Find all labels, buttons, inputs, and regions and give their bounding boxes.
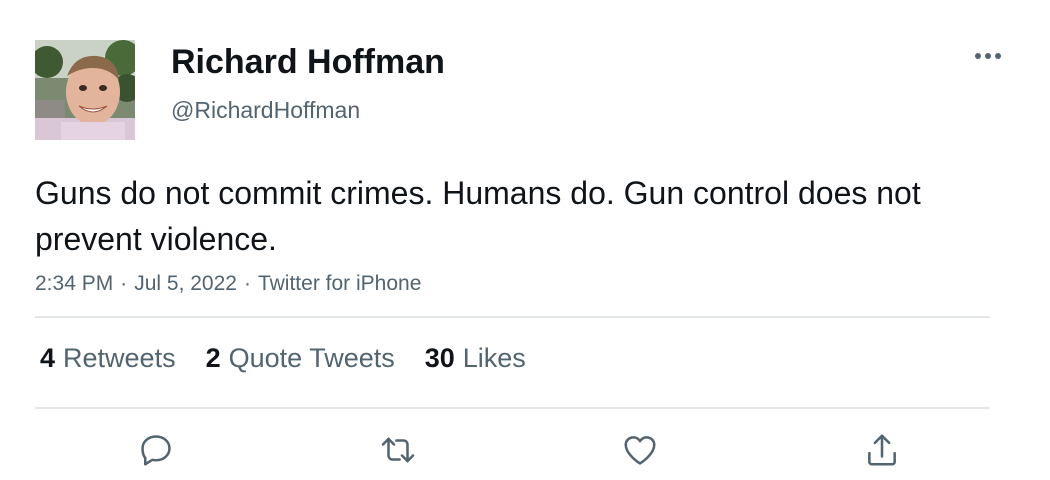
share-icon (868, 434, 896, 466)
author-name[interactable]: Richard Hoffman (171, 42, 445, 82)
more-horizontal-icon (975, 53, 1001, 59)
author-handle[interactable]: @RichardHoffman (171, 96, 360, 124)
quote-tweets-stat[interactable]: 2 Quote Tweets (206, 340, 395, 376)
quote-tweets-label: Quote Tweets (228, 343, 395, 373)
likes-stat[interactable]: 30 Likes (425, 340, 526, 376)
tweet-date[interactable]: Jul 5, 2022 (134, 272, 237, 295)
like-button[interactable] (618, 428, 662, 472)
likes-count: 30 (424, 343, 455, 373)
tweet-time[interactable]: 2:34 PM (35, 272, 113, 295)
more-options-button[interactable] (968, 42, 1008, 70)
tweet-text: Guns do not commit crimes. Humans do. Gu… (35, 175, 921, 257)
heart-icon (624, 436, 656, 465)
retweets-count: 4 (40, 343, 56, 373)
retweets-label: Retweets (63, 343, 176, 373)
reply-icon (141, 435, 171, 466)
quote-tweets-count: 2 (205, 343, 221, 373)
retweet-button[interactable] (376, 428, 420, 472)
retweet-icon (381, 437, 415, 463)
divider (35, 316, 990, 318)
meta-separator: · (120, 272, 128, 295)
engagement-stats: 4 Retweets 2 Quote Tweets 30 Likes (40, 340, 526, 376)
avatar-photo (35, 40, 135, 140)
reply-button[interactable] (134, 428, 178, 472)
tweet-metadata: 2:34 PM · Jul 5, 2022 · Twitter for iPhone (35, 270, 421, 298)
retweets-stat[interactable]: 4 Retweets (40, 340, 176, 376)
tweet-source[interactable]: Twitter for iPhone (258, 272, 421, 295)
meta-separator: · (243, 272, 251, 295)
divider (35, 407, 990, 409)
share-button[interactable] (860, 428, 904, 472)
likes-label: Likes (462, 343, 526, 373)
avatar[interactable] (35, 40, 135, 140)
